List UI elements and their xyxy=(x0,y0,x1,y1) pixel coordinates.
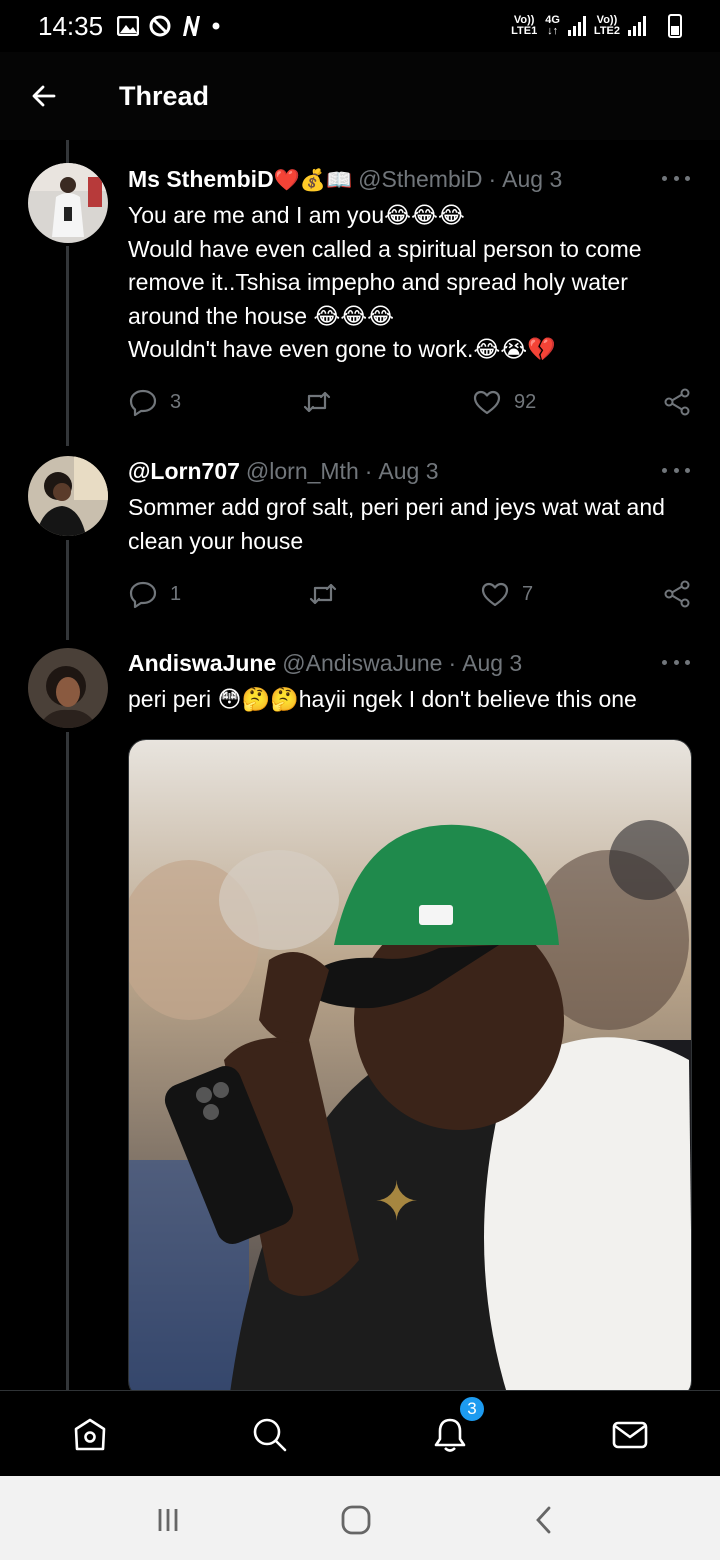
network-type: 4G ↓↑ xyxy=(545,14,560,37)
tab-home[interactable] xyxy=(68,1413,112,1457)
home-circle-icon xyxy=(341,1505,371,1535)
author-handle[interactable]: @lorn_Mth xyxy=(246,458,359,485)
tweet-text: Sommer add grof salt, peri peri and jeys… xyxy=(128,494,665,554)
recent-apps-icon xyxy=(158,1509,178,1531)
sim2-label: Vo)) LTE2 xyxy=(593,14,620,37)
back-button[interactable] xyxy=(22,74,66,118)
heart-icon xyxy=(481,582,509,607)
author-name[interactable]: Ms SthembiD xyxy=(128,166,274,193)
mail-icon xyxy=(612,1421,648,1449)
signal-strength-1-icon xyxy=(567,16,586,36)
heart-icon xyxy=(473,390,501,415)
bottom-tab-bar: 3 xyxy=(0,1390,720,1476)
tweet[interactable]: AndiswaJune @AndiswaJune · Aug 3 peri pe… xyxy=(0,644,720,1399)
no-entry-icon xyxy=(149,15,171,37)
chevron-left-icon xyxy=(536,1506,551,1534)
battery-icon xyxy=(668,14,682,38)
tweet-date[interactable]: Aug 3 xyxy=(462,650,522,677)
back-system-button[interactable] xyxy=(524,1500,564,1540)
avatar[interactable] xyxy=(28,456,108,536)
tweet-actions: 1 7 xyxy=(128,574,692,614)
reply-icon xyxy=(129,581,157,609)
share-icon xyxy=(664,388,690,416)
more-options-button[interactable] xyxy=(662,166,690,190)
reply-count: 3 xyxy=(170,390,182,413)
tab-messages[interactable] xyxy=(608,1413,652,1457)
gallery-icon xyxy=(117,16,140,36)
status-time: 14:35 xyxy=(38,10,104,41)
retweet-icon xyxy=(303,391,331,413)
system-navigation-bar xyxy=(0,1476,720,1560)
netflix-n-icon xyxy=(183,16,201,36)
signal-strength-2-icon xyxy=(628,16,646,36)
tweet[interactable]: Ms SthembiD ❤️💰📖 @SthembiD · Aug 3 You a… xyxy=(0,160,720,430)
home-system-button[interactable] xyxy=(336,1500,376,1540)
tweet-date[interactable]: Aug 3 xyxy=(502,166,562,193)
page-title: Thread xyxy=(119,80,210,111)
status-bar: 14:35 Vo)) LTE1 4G ↓↑ Vo)) LTE2 xyxy=(0,0,720,52)
like-button[interactable]: 7 xyxy=(480,574,533,614)
photo-content: ✦ xyxy=(129,740,691,1398)
tweet-media-image[interactable]: ✦ xyxy=(128,739,692,1399)
tweet-actions: 3 92 xyxy=(128,382,692,422)
share-icon xyxy=(664,580,690,608)
more-options-button[interactable] xyxy=(662,650,690,674)
tab-notifications[interactable]: 3 xyxy=(428,1395,486,1457)
avatar-image xyxy=(28,456,108,536)
sim1-label: Vo)) LTE1 xyxy=(511,14,538,37)
like-count: 7 xyxy=(522,582,534,605)
like-count: 92 xyxy=(514,390,537,413)
arrow-left-icon xyxy=(32,85,56,107)
author-name[interactable]: AndiswaJune xyxy=(128,650,276,677)
more-options-button[interactable] xyxy=(662,458,690,482)
author-handle[interactable]: @SthembiD xyxy=(358,166,482,193)
avatar[interactable] xyxy=(28,648,108,728)
recent-apps-button[interactable] xyxy=(148,1500,188,1540)
avatar-image xyxy=(28,648,108,728)
avatar-image xyxy=(28,163,108,243)
avatar[interactable] xyxy=(28,163,108,243)
author-name[interactable]: @Lorn707 xyxy=(128,458,240,485)
retweet-button[interactable] xyxy=(302,382,344,422)
tweet-text: peri peri 😳🤔🤔hayii ngek I don't believe … xyxy=(128,686,637,712)
author-handle[interactable]: @AndiswaJune xyxy=(282,650,442,677)
name-emojis: ❤️💰📖 xyxy=(273,169,353,192)
app-header: Thread xyxy=(0,52,720,140)
notification-dot-icon xyxy=(212,22,220,30)
share-button[interactable] xyxy=(662,382,692,422)
search-icon xyxy=(253,1418,287,1452)
reply-button[interactable]: 3 xyxy=(128,382,181,422)
tweet-date[interactable]: Aug 3 xyxy=(378,458,438,485)
retweet-button[interactable] xyxy=(308,574,350,614)
share-button[interactable] xyxy=(662,574,692,614)
tweet[interactable]: @Lorn707 @lorn_Mth · Aug 3 Sommer add gr… xyxy=(0,452,720,632)
reply-count: 1 xyxy=(170,582,182,605)
svg-text:✦: ✦ xyxy=(374,1170,419,1233)
tab-search[interactable] xyxy=(248,1413,292,1457)
like-button[interactable]: 92 xyxy=(472,382,536,422)
home-icon xyxy=(74,1418,106,1451)
tweet-text: You are me and I am you😂😂😂 Would have ev… xyxy=(128,202,642,362)
retweet-icon xyxy=(309,583,337,605)
notifications-badge: 3 xyxy=(458,1395,486,1423)
reply-icon xyxy=(129,389,157,417)
reply-button[interactable]: 1 xyxy=(128,574,181,614)
